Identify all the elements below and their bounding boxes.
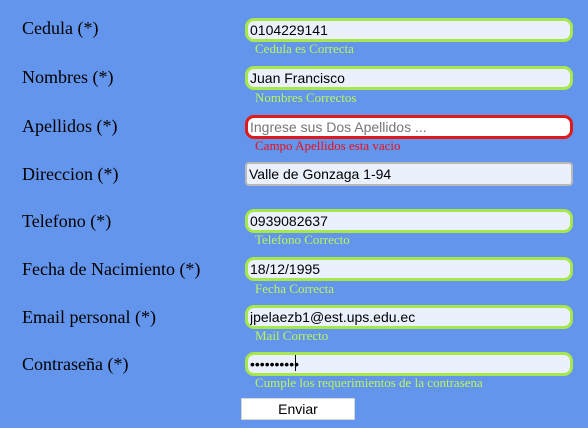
email-label: Email personal (*) bbox=[22, 307, 156, 327]
submit-button[interactable]: Enviar bbox=[241, 398, 355, 420]
nombres-input[interactable] bbox=[245, 66, 573, 90]
nombres-label: Nombres (*) bbox=[22, 67, 114, 87]
cedula-label: Cedula (*) bbox=[22, 18, 99, 38]
apellidos-error-message: Campo Apellidos esta vacio bbox=[255, 138, 401, 153]
password-label: Contraseña (*) bbox=[22, 354, 129, 374]
email-valid-message: Mail Correcto bbox=[255, 328, 329, 343]
cedula-input[interactable] bbox=[245, 18, 573, 42]
fecha-nacimiento-input[interactable] bbox=[245, 257, 573, 281]
password-valid-message: Cumple los requerimientos de la contrase… bbox=[255, 375, 483, 390]
nombres-valid-message: Nombres Correctos bbox=[255, 90, 357, 105]
telefono-valid-message: Telefono Correcto bbox=[255, 232, 350, 247]
email-input[interactable] bbox=[245, 305, 573, 329]
text-cursor bbox=[295, 355, 296, 371]
direccion-input[interactable] bbox=[245, 162, 573, 186]
telefono-input[interactable] bbox=[245, 209, 573, 233]
telefono-label: Telefono (*) bbox=[22, 211, 112, 231]
fecha-label: Fecha de Nacimiento (*) bbox=[22, 259, 201, 279]
apellidos-label: Apellidos (*) bbox=[22, 116, 118, 136]
registration-form: Cedula (*) Cedula es Correcta Nombres (*… bbox=[0, 0, 588, 428]
cedula-valid-message: Cedula es Correcta bbox=[255, 41, 354, 56]
fecha-valid-message: Fecha Correcta bbox=[255, 281, 335, 296]
apellidos-input[interactable] bbox=[245, 115, 573, 139]
direccion-label: Direccion (*) bbox=[22, 164, 119, 184]
